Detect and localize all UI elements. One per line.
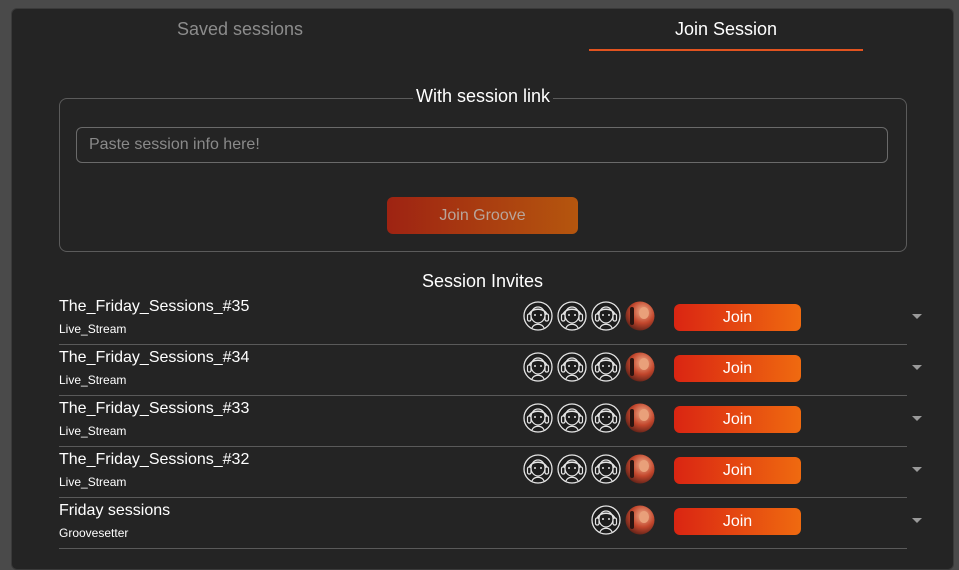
session-invites-title: Session Invites	[421, 271, 544, 291]
join-session-panel: Saved sessions Join Session With session…	[11, 8, 954, 570]
chevron-down-icon[interactable]	[912, 365, 922, 370]
participant-avatars	[523, 403, 655, 433]
user-photo-avatar	[625, 454, 655, 484]
join-invite-button[interactable]: Join	[674, 355, 801, 382]
participant-avatars	[523, 352, 655, 382]
chevron-down-icon[interactable]	[912, 518, 922, 523]
headphone-avatar-icon	[557, 301, 587, 331]
headphone-avatar-icon	[591, 403, 621, 433]
invite-session-name: Friday sessions	[59, 502, 171, 519]
user-photo-avatar	[625, 352, 655, 382]
headphone-avatar-icon	[591, 352, 621, 382]
invite-row: The_Friday_Sessions_#35 Live_Stream Join	[59, 295, 922, 345]
participant-avatars	[591, 505, 655, 535]
participant-avatars	[523, 454, 655, 484]
tab-saved-sessions[interactable]: Saved sessions	[12, 19, 468, 40]
invite-row: The_Friday_Sessions_#33 Live_Stream Join	[59, 397, 922, 447]
session-link-legend: With session link	[412, 86, 554, 106]
session-link-group: With session link Join Groove	[59, 86, 907, 252]
headphone-avatar-icon	[557, 403, 587, 433]
headphone-avatar-icon	[557, 454, 587, 484]
chevron-down-icon[interactable]	[912, 416, 922, 421]
participant-avatars	[523, 301, 655, 331]
invite-row: The_Friday_Sessions_#32 Live_Stream Join	[59, 448, 922, 498]
invite-row: The_Friday_Sessions_#34 Live_Stream Join	[59, 346, 922, 396]
join-invite-button[interactable]: Join	[674, 457, 801, 484]
join-groove-button[interactable]: Join Groove	[387, 197, 578, 234]
join-invite-button[interactable]: Join	[674, 508, 801, 535]
invite-session-name: The_Friday_Sessions_#35	[59, 298, 250, 315]
session-info-input[interactable]	[76, 127, 888, 163]
invite-session-name: The_Friday_Sessions_#32	[59, 451, 250, 468]
headphone-avatar-icon	[557, 352, 587, 382]
tab-join-session[interactable]: Join Session	[589, 19, 863, 40]
headphone-avatar-icon	[523, 403, 553, 433]
invite-session-name: The_Friday_Sessions_#33	[59, 400, 250, 417]
invite-session-name: The_Friday_Sessions_#34	[59, 349, 250, 366]
invite-session-host: Live_Stream	[59, 475, 127, 489]
session-invites-list: The_Friday_Sessions_#35 Live_Stream Join Th…	[59, 295, 922, 550]
user-photo-avatar	[625, 403, 655, 433]
headphone-avatar-icon	[591, 301, 621, 331]
headphone-avatar-icon	[523, 454, 553, 484]
headphone-avatar-icon	[591, 505, 621, 535]
join-invite-button[interactable]: Join	[674, 406, 801, 433]
invite-session-host: Live_Stream	[59, 373, 127, 387]
user-photo-avatar	[625, 505, 655, 535]
invite-session-host: Groovesetter	[59, 526, 129, 540]
headphone-avatar-icon	[523, 301, 553, 331]
join-invite-button[interactable]: Join	[674, 304, 801, 331]
invite-session-host: Live_Stream	[59, 424, 127, 438]
invite-row: Friday sessions Groovesetter Join	[59, 499, 922, 549]
headphone-avatar-icon	[591, 454, 621, 484]
chevron-down-icon[interactable]	[912, 467, 922, 472]
chevron-down-icon[interactable]	[912, 314, 922, 319]
active-tab-indicator	[589, 49, 863, 51]
headphone-avatar-icon	[523, 352, 553, 382]
user-photo-avatar	[625, 301, 655, 331]
invite-session-host: Live_Stream	[59, 322, 127, 336]
